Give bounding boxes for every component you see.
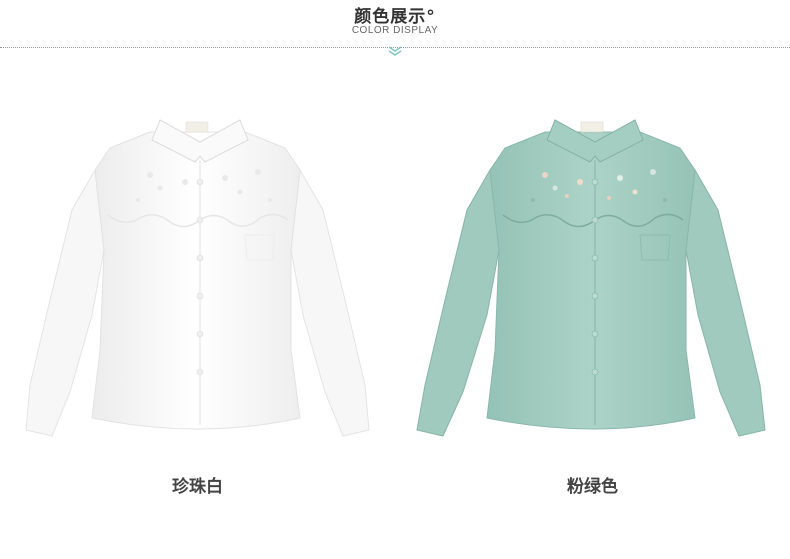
- section-header: 颜色展示° COLOR DISPLAY: [0, 0, 790, 60]
- product-color-label: 粉绿色: [567, 477, 618, 497]
- section-title: 颜色展示°: [354, 7, 436, 27]
- green-shirt-image: [416, 119, 766, 437]
- section-subtitle: COLOR DISPLAY: [351, 25, 439, 36]
- product-pearl-white[interactable]: 珍珠白: [0, 100, 395, 559]
- white-shirt-image: [25, 119, 370, 437]
- product-mint-green[interactable]: 粉绿色: [395, 100, 790, 559]
- double-chevron-down-icon: [388, 46, 402, 56]
- product-color-label: 珍珠白: [172, 477, 223, 497]
